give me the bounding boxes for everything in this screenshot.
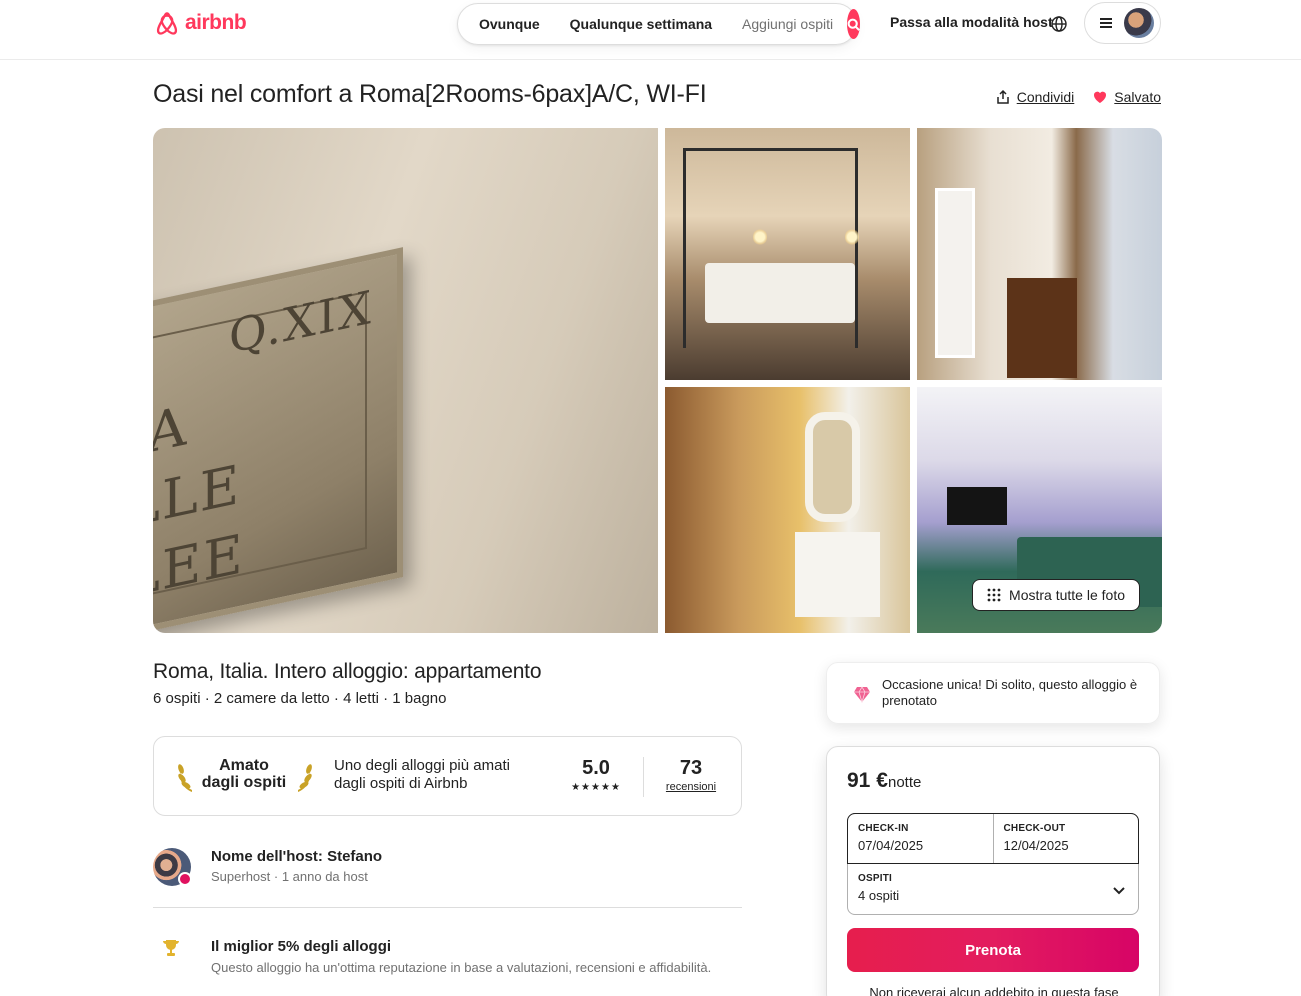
rare-find-card: Occasione unica! Di solito, questo allog…	[826, 662, 1160, 724]
checkout-value: 12/04/2025	[1003, 838, 1069, 853]
photo-twin-bedroom[interactable]: Mostra tutte le foto	[917, 387, 1162, 633]
photo-hallway[interactable]	[917, 128, 1162, 380]
checkin-label: CHECK-IN	[858, 823, 909, 834]
guest-favorite-description: Uno degli alloggi più amati dagli ospiti…	[334, 757, 510, 792]
ornate-mirror	[805, 412, 860, 522]
bed	[705, 263, 855, 323]
title-actions: Condividi Salvato	[995, 89, 1161, 105]
gem-icon	[854, 686, 870, 703]
highlight-top5: Il miglior 5% degli alloggi Questo allog…	[153, 936, 753, 986]
per-night-label: notte	[888, 774, 922, 791]
save-button[interactable]: Salvato	[1092, 89, 1161, 105]
search-icon	[847, 18, 861, 31]
user-menu-button[interactable]	[1084, 2, 1161, 44]
photo-main-plaque[interactable]: Q.XIX IA LLE LEE	[153, 128, 658, 633]
reviews-block[interactable]: 73 recensioni	[660, 757, 722, 793]
share-label: Condividi	[1016, 89, 1075, 105]
divider	[643, 757, 644, 797]
host-section: Nome dell'host: Stefano Superhost · 1 an…	[153, 846, 742, 908]
show-all-photos-label: Mostra tutte le foto	[1009, 587, 1125, 603]
globe-icon[interactable]	[1049, 14, 1069, 34]
photo-gallery: Q.XIX IA LLE LEE Mostra tutte le foto	[153, 128, 1162, 633]
laurel-right-icon	[298, 764, 312, 792]
superhost-badge-icon	[178, 872, 192, 886]
heart-icon	[1094, 91, 1107, 103]
switch-to-host-link[interactable]: Passa alla modalità host	[890, 14, 1053, 30]
rating-stars: ★★★★★	[571, 782, 621, 793]
save-label: Salvato	[1114, 89, 1161, 105]
hamburger-menu-icon	[1100, 18, 1112, 28]
date-range: CHECK-IN 07/04/2025 CHECK-OUT 12/04/2025	[847, 813, 1139, 864]
search-guests[interactable]: Aggiungi ospiti	[727, 16, 845, 32]
rating-block: 5.0 ★★★★★	[566, 757, 626, 793]
search-button[interactable]	[847, 9, 861, 39]
airbnb-logo[interactable]: airbnb	[153, 8, 247, 38]
guests-label: OSPITI	[858, 873, 892, 884]
trophy-icon	[163, 940, 179, 956]
show-all-photos-button[interactable]: Mostra tutte le foto	[972, 579, 1140, 611]
stone-plaque: Q.XIX IA LLE LEE	[153, 247, 403, 633]
date-guest-picker: CHECK-IN 07/04/2025 CHECK-OUT 12/04/2025…	[847, 813, 1139, 915]
no-charge-note: Non riceverai alcun addebito in questa f…	[869, 985, 1119, 996]
rating-value: 5.0	[582, 757, 610, 779]
booking-card: 91 € notte CHECK-IN 07/04/2025 CHECK-OUT…	[826, 746, 1160, 996]
guests-value: 4 ospiti	[858, 888, 900, 903]
brand-name: airbnb	[185, 11, 247, 34]
host-name: Nome dell'host: Stefano	[211, 848, 383, 865]
reviews-link[interactable]: recensioni	[660, 781, 722, 793]
airbnb-logo-icon	[156, 12, 178, 35]
wall-lamp	[753, 228, 767, 246]
sink-cabinet	[795, 532, 880, 617]
reserve-button[interactable]: Prenota	[847, 928, 1139, 972]
highlight-text: Questo alloggio ha un'ottima reputazione…	[211, 960, 712, 975]
location-title: Roma, Italia. Intero alloggio: appartame…	[153, 660, 542, 683]
guest-favorite-title: Amato dagli ospiti	[201, 757, 287, 791]
checkin-value: 07/04/2025	[858, 838, 924, 853]
listing-specs: 6 ospiti · 2 camere da letto · 4 letti ·…	[153, 690, 447, 707]
search-where[interactable]: Ovunque	[458, 16, 555, 32]
user-avatar	[1124, 8, 1154, 38]
nightly-price: 91 €	[847, 769, 888, 792]
search-bar[interactable]: Ovunque Qualunque settimana Aggiungi osp…	[457, 3, 861, 45]
host-subtitle: Superhost · 1 anno da host	[211, 869, 368, 884]
laurel-left-icon	[178, 764, 192, 792]
television	[947, 487, 1007, 525]
search-when[interactable]: Qualunque settimana	[555, 16, 727, 32]
wall-lamp	[845, 228, 859, 246]
rare-find-text: Occasione unica! Di solito, questo allog…	[882, 677, 1138, 708]
photo-bedroom-canopy[interactable]	[665, 128, 910, 380]
desk	[1007, 278, 1077, 378]
share-button[interactable]: Condividi	[995, 89, 1075, 105]
checkout-field[interactable]: CHECK-OUT 12/04/2025	[992, 814, 1139, 863]
reviews-count: 73	[679, 757, 703, 779]
listing-title: Oasi nel comfort a Roma[2Rooms-6pax]A/C,…	[153, 80, 707, 108]
guests-select[interactable]: OSPITI 4 ospiti	[848, 865, 1138, 914]
guest-favorite-card[interactable]: Amato dagli ospiti Uno degli alloggi più…	[153, 736, 742, 816]
doorway	[935, 188, 975, 358]
checkout-label: CHECK-OUT	[1003, 823, 1066, 834]
highlight-title: Il miglior 5% degli alloggi	[211, 938, 392, 955]
share-icon	[996, 89, 1009, 104]
top-header: airbnb Ovunque Qualunque settimana Aggiu…	[0, 0, 1301, 60]
photo-bathroom[interactable]	[665, 387, 910, 633]
chevron-down-icon	[1113, 887, 1125, 895]
checkin-field[interactable]: CHECK-IN 07/04/2025	[848, 814, 993, 863]
grid-dots-icon	[987, 588, 1001, 602]
